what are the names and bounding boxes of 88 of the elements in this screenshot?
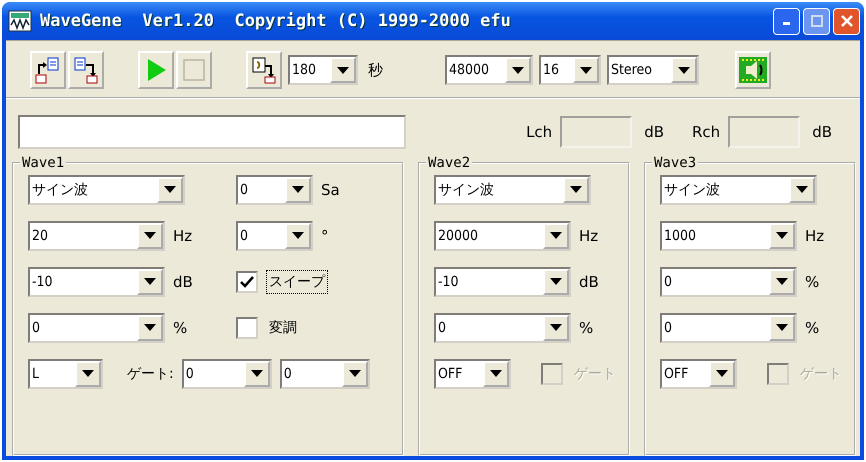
dropdown[interactable]: サイン波 xyxy=(660,174,817,204)
dropdown[interactable]: 0 xyxy=(28,312,165,342)
dropdown[interactable]: 16 xyxy=(539,55,601,85)
unit-label: dB xyxy=(173,272,193,290)
caret-icon xyxy=(570,186,582,193)
group-title: Wave1 xyxy=(21,155,66,171)
maximize-icon xyxy=(810,15,822,27)
caret-icon xyxy=(348,370,361,377)
dropdown[interactable]: 20 xyxy=(28,220,165,250)
seconds-label: 秒 xyxy=(368,60,383,80)
dropdown[interactable]: -10 xyxy=(434,266,571,296)
dropdown[interactable]: サイン波 xyxy=(28,174,185,204)
dropdown[interactable]: 20000 xyxy=(434,220,571,250)
dropdown[interactable]: 0 xyxy=(660,312,797,342)
caret-icon xyxy=(292,186,304,193)
play-button[interactable] xyxy=(138,51,174,89)
caret-icon xyxy=(550,232,562,239)
unit-label: Sa xyxy=(321,180,340,198)
unit-label: dB xyxy=(812,123,832,141)
caret-icon xyxy=(678,66,690,74)
unit-label: Hz xyxy=(805,226,824,244)
dropdown[interactable]: OFF xyxy=(660,358,737,388)
channel-label: Lch xyxy=(526,123,552,141)
caret-icon xyxy=(796,186,808,193)
checkbox[interactable] xyxy=(236,316,258,338)
channel-label: Rch xyxy=(692,123,720,141)
dropdown[interactable]: 48000 xyxy=(445,55,533,85)
dropdown[interactable]: 0 xyxy=(182,358,272,388)
save-button[interactable] xyxy=(68,51,104,89)
stop-button[interactable] xyxy=(176,51,212,89)
dropdown[interactable]: Stereo xyxy=(607,55,699,85)
dropdown[interactable]: 0 xyxy=(236,220,313,250)
export-button[interactable] xyxy=(246,51,282,89)
checkmark-icon xyxy=(240,276,254,288)
caret-icon xyxy=(580,66,592,74)
checkbox[interactable] xyxy=(236,270,258,292)
waveform-icon xyxy=(8,10,32,32)
caret-icon xyxy=(776,232,788,239)
caret-icon xyxy=(337,66,349,74)
dropdown[interactable]: OFF xyxy=(434,358,511,388)
caret-icon xyxy=(776,324,788,331)
close-button[interactable] xyxy=(833,8,860,34)
input-field[interactable] xyxy=(18,115,406,149)
checkbox-label: ゲート xyxy=(573,364,617,384)
unit-label: dB xyxy=(644,123,664,141)
caret-icon xyxy=(776,278,788,285)
dropdown[interactable]: -10 xyxy=(28,266,165,296)
close-icon xyxy=(840,15,852,27)
group-title: Wave3 xyxy=(653,155,698,171)
dropdown[interactable]: 0 xyxy=(660,266,797,296)
window-title: WaveGene Ver1.20 Copyright (C) 1999-2000 efu xyxy=(40,11,512,31)
unit-label: % xyxy=(805,272,820,290)
caret-icon xyxy=(512,66,524,74)
unit-label: Hz xyxy=(173,226,192,244)
dropdown[interactable]: サイン波 xyxy=(434,174,591,204)
unit-label: % xyxy=(805,318,820,336)
dropdown[interactable]: 1000 xyxy=(660,220,797,250)
unit-label: ° xyxy=(321,226,328,244)
caret-icon xyxy=(82,370,94,377)
unit-label: dB xyxy=(579,272,599,290)
dropdown[interactable]: 0 xyxy=(280,358,370,388)
caret-icon xyxy=(250,370,263,377)
unit-label: % xyxy=(173,318,188,336)
unit-label: % xyxy=(579,318,594,336)
maximize-button[interactable] xyxy=(803,8,830,34)
checkbox-label: 変調 xyxy=(268,318,298,338)
load-button[interactable] xyxy=(30,51,66,89)
minimize-button[interactable] xyxy=(773,8,800,34)
dropdown[interactable]: 0 xyxy=(434,312,571,342)
caret-icon xyxy=(490,370,502,377)
stop-icon xyxy=(183,59,205,81)
caret-icon xyxy=(144,232,156,239)
group-title: Wave2 xyxy=(427,155,472,171)
unit-label: Hz xyxy=(579,226,598,244)
checkbox-label: スイープ xyxy=(266,270,328,294)
caret-icon xyxy=(164,186,176,193)
dropdown[interactable]: 180 xyxy=(288,55,358,85)
caret-icon xyxy=(550,324,562,331)
caret-icon xyxy=(716,370,728,377)
gate-label: ゲート: xyxy=(127,364,174,382)
checkbox-label: ゲート xyxy=(799,364,843,384)
dropdown[interactable]: 0 xyxy=(236,174,313,204)
caret-icon xyxy=(292,232,304,239)
dropdown[interactable]: L xyxy=(28,358,103,388)
caret-icon xyxy=(144,278,156,285)
caret-icon xyxy=(550,278,562,285)
speaker-icon[interactable] xyxy=(735,51,771,89)
caret-icon xyxy=(144,324,156,331)
